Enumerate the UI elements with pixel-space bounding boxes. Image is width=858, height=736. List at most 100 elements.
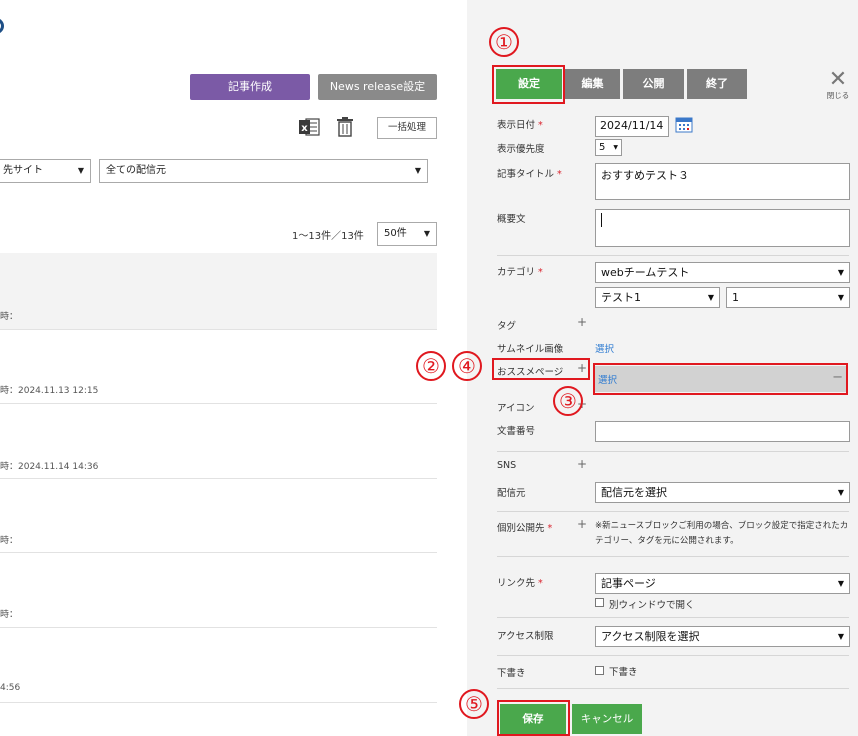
sns-add-icon[interactable]: + — [577, 457, 587, 471]
thumbnail-select-link[interactable]: 選択 — [595, 341, 614, 355]
tab-finish[interactable]: 終了 — [687, 69, 747, 99]
source-label: 配信元 — [497, 488, 526, 499]
access-label: アクセス制限 — [497, 631, 554, 642]
chevron-down-icon: ▼ — [837, 579, 844, 588]
draft-label: 下書き — [497, 668, 526, 679]
public-to-note: ※新ニュースブロックご利用の場合、ブロック設定で指定されたカテゴリー、タグを元に… — [595, 521, 849, 546]
source-select[interactable]: 全ての配信元 ▼ — [99, 159, 428, 183]
source-value: 配信元を選択 — [601, 486, 667, 499]
priority-value: 5 — [599, 142, 606, 153]
row-divider — [0, 552, 437, 553]
category-label: カテゴリ * — [497, 267, 543, 278]
annotation-circle-1: ① — [489, 27, 519, 57]
category-num-select[interactable]: 1 ▼ — [726, 287, 850, 308]
tab-publish[interactable]: 公開 — [623, 69, 684, 99]
source-select-value: 全ての配信元 — [106, 165, 166, 176]
highlight-save-button — [497, 700, 570, 736]
highlight-tab-settings — [492, 65, 565, 104]
public-to-label: 個別公開先 * — [497, 523, 553, 534]
link-select[interactable]: 記事ページ ▼ — [595, 573, 850, 594]
list-item-date: 時： — [0, 610, 19, 620]
section-divider — [497, 655, 849, 656]
new-window-checkbox[interactable] — [595, 598, 604, 607]
annotation-circle-5: ⑤ — [459, 689, 489, 719]
list-item-date: 時：2024.11.13 12:15 — [0, 386, 99, 396]
draft-checkbox[interactable] — [595, 666, 604, 675]
category-select[interactable]: webチームテスト ▼ — [595, 262, 850, 283]
new-window-label: 別ウィンドウで開く — [609, 600, 695, 611]
per-page-value: 50件 — [384, 228, 407, 239]
priority-select[interactable]: 5 ▼ — [595, 139, 622, 156]
title-input[interactable]: おすすめテスト３ — [595, 163, 850, 200]
category-sub-value: テスト1 — [601, 291, 641, 304]
annotation-circle-4: ④ — [452, 351, 482, 381]
list-item-date: 時：2024.11.14 14:36 — [0, 462, 99, 472]
list-header — [0, 253, 437, 329]
per-page-select[interactable]: 50件 ▼ — [377, 222, 437, 246]
row-divider — [0, 702, 437, 703]
icon-label: アイコン — [497, 403, 535, 414]
tag-add-icon[interactable]: + — [577, 315, 587, 329]
row-divider — [0, 478, 437, 479]
section-divider — [497, 451, 849, 452]
access-select[interactable]: アクセス制限を選択 ▼ — [595, 626, 850, 647]
highlight-recommended-field — [593, 363, 848, 395]
chevron-down-icon: ▼ — [423, 229, 430, 238]
row-divider — [0, 403, 437, 404]
excel-export-icon[interactable]: x — [298, 117, 320, 137]
chevron-down-icon: ▼ — [837, 293, 844, 302]
section-divider — [497, 617, 849, 618]
article-list-panel: 記事作成 News release設定 x 一括処理 先サイト ▼ 全ての配信元… — [0, 0, 467, 736]
chevron-down-icon: ▼ — [837, 268, 844, 277]
cancel-button[interactable]: キャンセル — [572, 704, 642, 734]
tab-edit[interactable]: 編集 — [565, 69, 620, 99]
svg-text:x: x — [301, 123, 308, 134]
close-button[interactable]: ✕ 閉じる — [823, 67, 853, 101]
news-release-settings-button[interactable]: News release設定 — [318, 74, 437, 100]
list-item-date: 時： — [0, 312, 19, 322]
list-item-date: 時： — [0, 536, 19, 546]
sns-label: SNS — [497, 460, 517, 471]
calendar-icon[interactable] — [675, 115, 693, 133]
section-divider — [497, 556, 849, 557]
create-article-button[interactable]: 記事作成 — [190, 74, 310, 100]
doc-number-label: 文書番号 — [497, 426, 536, 437]
title-label: 記事タイトル * — [497, 169, 562, 180]
chevron-down-icon: ▼ — [837, 488, 844, 497]
link-value: 記事ページ — [601, 577, 656, 590]
category-num-value: 1 — [732, 291, 739, 304]
thumbnail-label: サムネイル画像 — [497, 344, 564, 355]
chevron-down-icon: ▼ — [707, 293, 714, 302]
chevron-down-icon: ▼ — [77, 166, 84, 175]
highlight-recommended-label — [492, 358, 590, 380]
summary-textarea[interactable] — [595, 209, 850, 247]
result-count: 1～13件／13件 — [292, 231, 364, 242]
source-select-right[interactable]: 配信元を選択 ▼ — [595, 482, 850, 503]
summary-label: 概要文 — [497, 214, 526, 225]
priority-label: 表示優先度 — [497, 144, 545, 155]
display-date-label: 表示日付 * — [497, 120, 543, 131]
row-divider — [0, 627, 437, 628]
trash-icon[interactable] — [335, 116, 355, 138]
logo-fragment-icon — [0, 18, 4, 34]
bulk-process-button[interactable]: 一括処理 — [377, 117, 437, 139]
text-cursor — [601, 213, 602, 227]
close-icon: ✕ — [828, 67, 848, 92]
tag-label: タグ — [497, 321, 517, 332]
category-value: webチームテスト — [601, 266, 690, 279]
chevron-down-icon: ▼ — [613, 144, 618, 151]
doc-number-input[interactable] — [595, 421, 850, 442]
site-select[interactable]: 先サイト ▼ — [0, 159, 91, 183]
close-label: 閉じる — [826, 91, 850, 100]
draft-checkbox-label: 下書き — [609, 667, 638, 678]
display-date-input[interactable]: 2024/11/14 — [595, 116, 669, 137]
section-divider — [497, 511, 849, 512]
public-to-add-icon[interactable]: + — [577, 517, 587, 531]
site-select-value: 先サイト — [3, 165, 43, 176]
annotation-circle-2: ② — [416, 351, 446, 381]
access-value: アクセス制限を選択 — [601, 630, 700, 643]
category-sub-select[interactable]: テスト1 ▼ — [595, 287, 720, 308]
list-item-date: 4:56 — [0, 683, 21, 693]
link-label: リンク先 * — [497, 578, 543, 589]
chevron-down-icon: ▼ — [837, 632, 844, 641]
